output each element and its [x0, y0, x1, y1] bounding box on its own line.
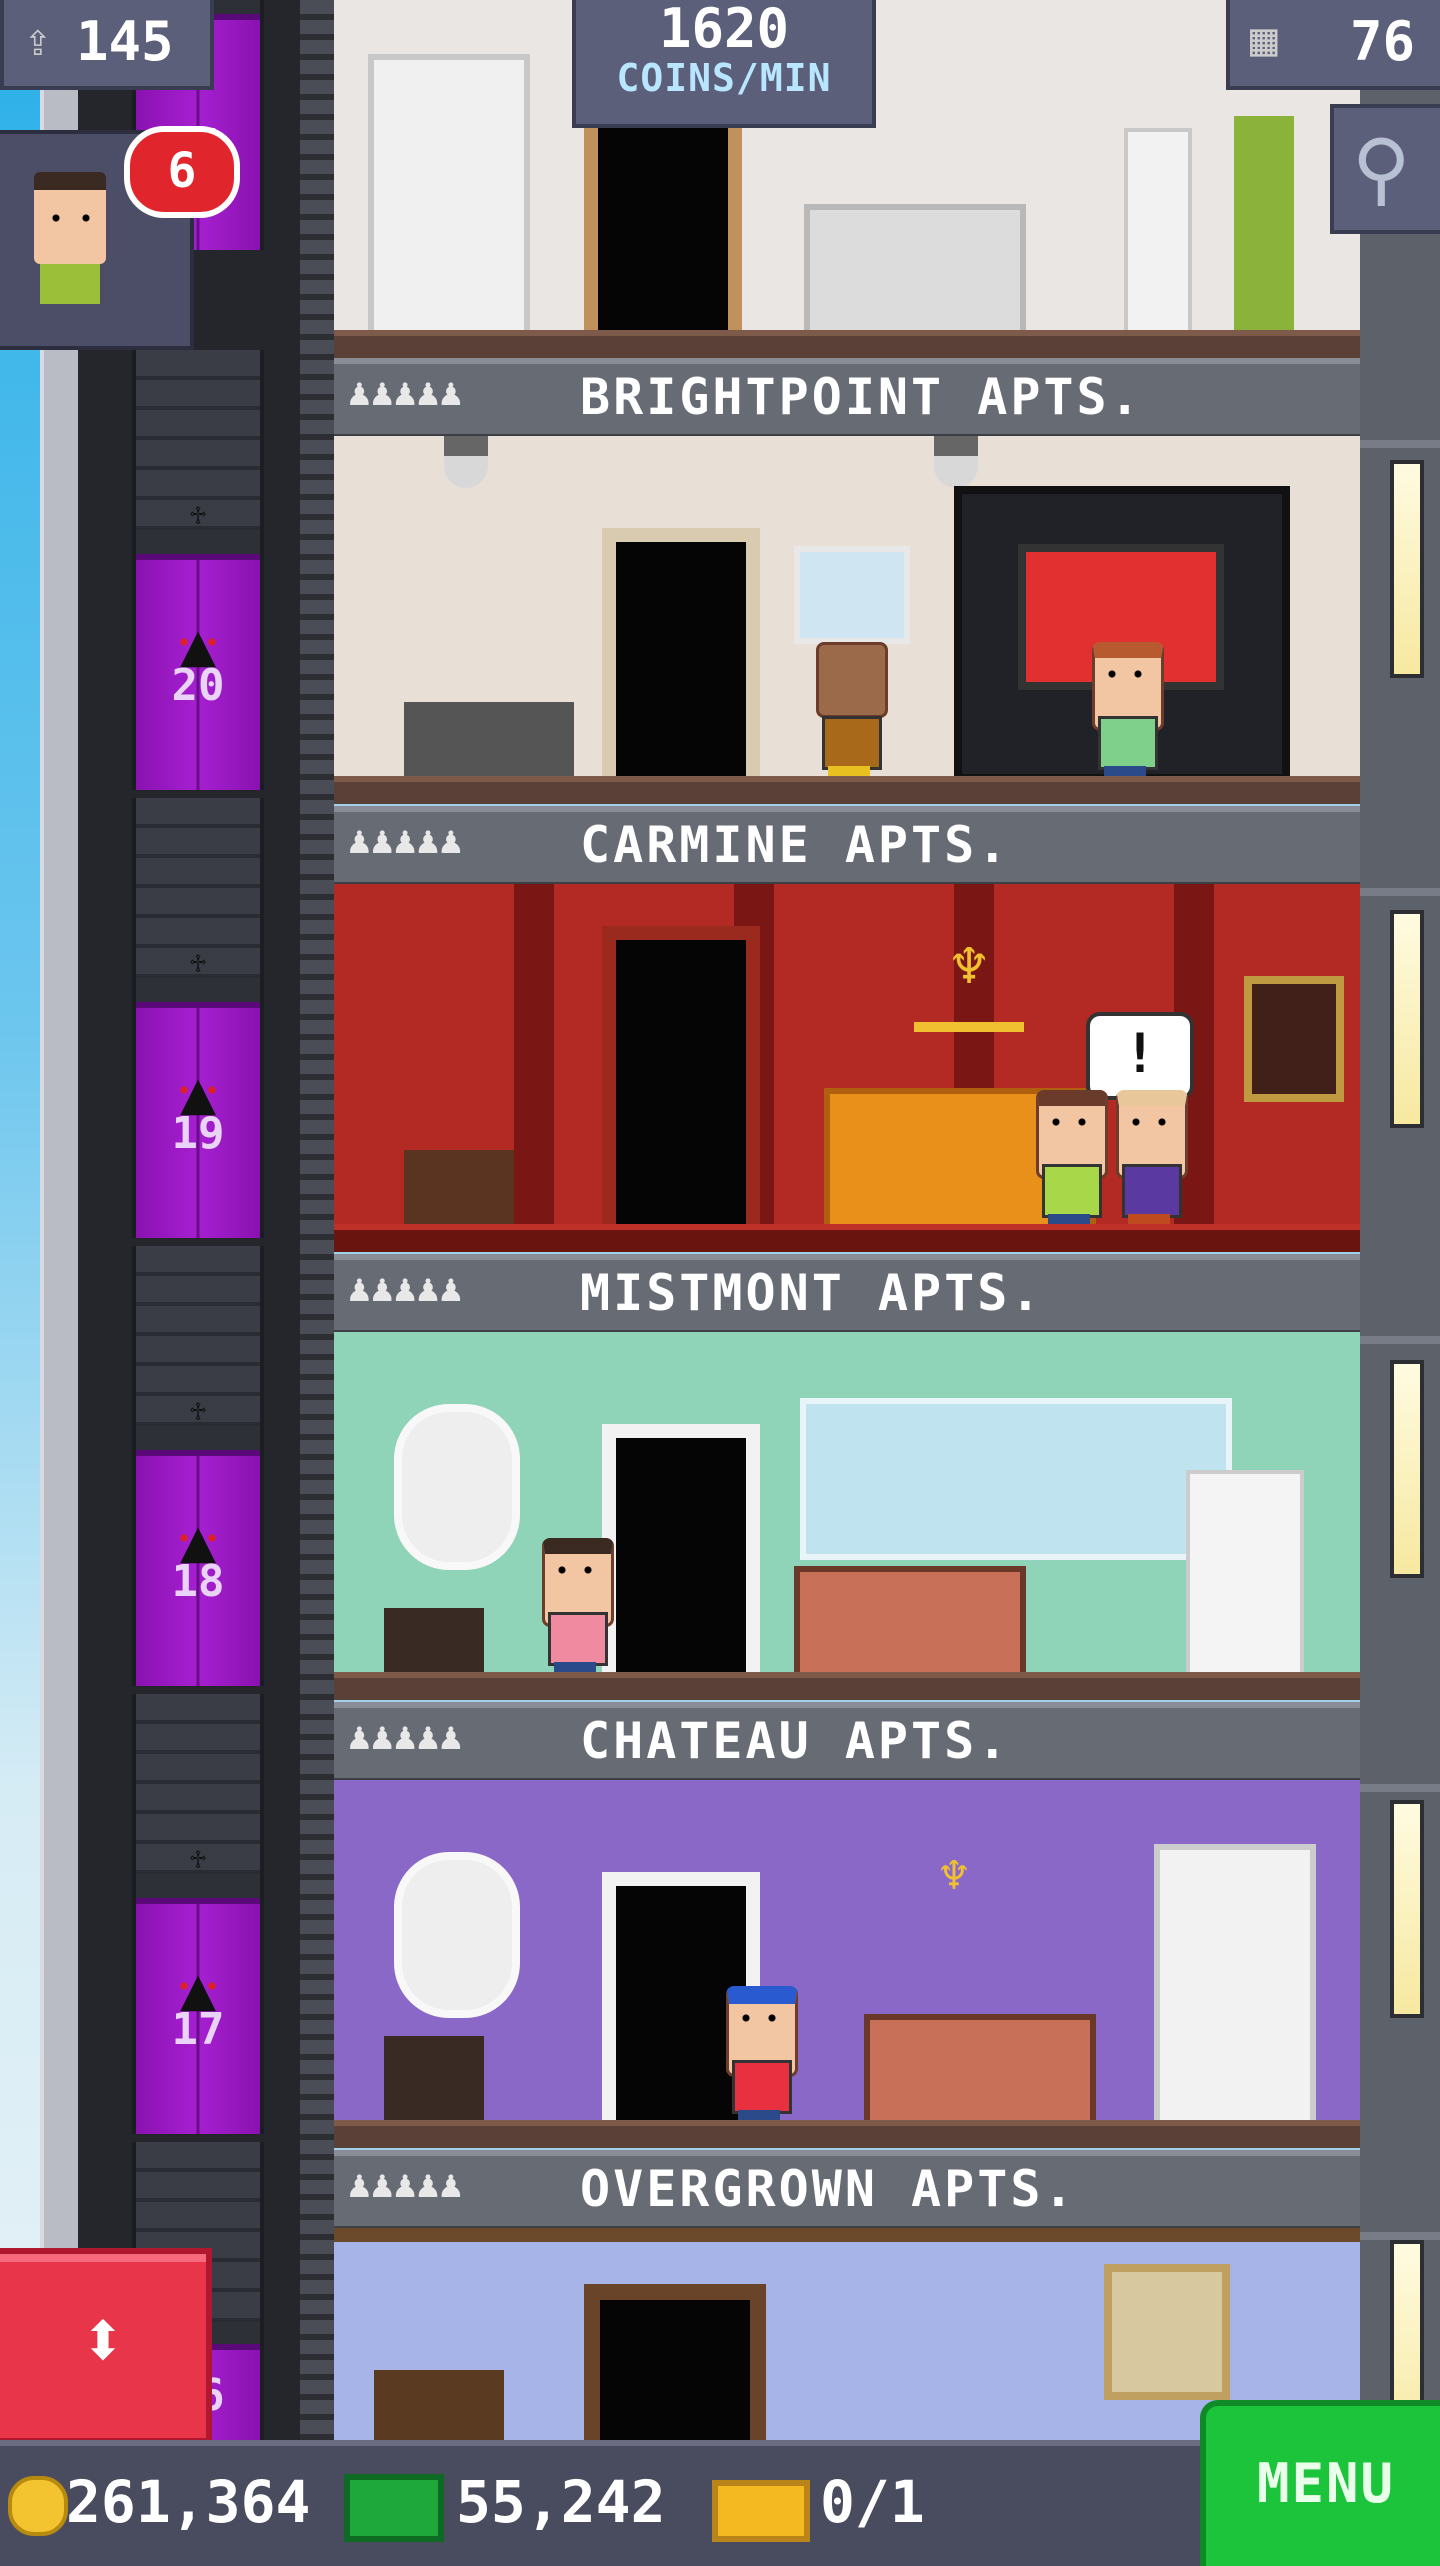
elevator-car-floor-20[interactable]: ♱ ▲ 20 — [132, 350, 264, 790]
room-door — [602, 528, 760, 782]
bitizen-avatar — [30, 172, 110, 308]
chandelier-icon: ♆ — [939, 1848, 969, 1904]
oval-mirror — [394, 1852, 520, 2018]
window-blind — [1124, 128, 1192, 336]
elevator-door: ▲ 20 — [136, 554, 260, 790]
bitizen[interactable] — [1114, 1090, 1188, 1230]
menu-button[interactable]: MENU — [1200, 2400, 1440, 2566]
coins-amount: 261,364 — [66, 2468, 311, 2536]
resident-slots-icon: ♟♟♟♟♟ — [348, 1714, 463, 1758]
elevator-car-floor-18[interactable]: ♱ ▲ 18 — [132, 1246, 264, 1686]
cabinet — [1154, 1844, 1316, 2126]
floor-carmine[interactable]: ♟♟♟♟♟ CARMINE APTS. ♆ ! — [334, 806, 1360, 1252]
floor-chateau[interactable]: ♟♟♟♟♟ CHATEAU APTS. ♆ — [334, 1702, 1360, 2148]
elevator-floor-number: 20 — [171, 660, 225, 711]
bux-amount: 55,242 — [456, 2468, 666, 2536]
person-up-icon: ⇪ — [24, 12, 52, 66]
elevator-toggle-button[interactable]: ⬍ — [0, 2248, 212, 2444]
building-side-wall — [1360, 0, 1440, 2458]
room-door — [602, 1424, 760, 1678]
bitizen[interactable] — [814, 642, 888, 782]
room-door — [602, 926, 760, 1230]
resident-slots-icon: ♟♟♟♟♟ — [348, 818, 463, 862]
elevator-car-floor-17[interactable]: ♱ ▲ 17 — [132, 1694, 264, 2134]
overgrown-doorway — [584, 2284, 766, 2440]
dining-table — [404, 702, 574, 782]
coins-per-minute-display[interactable]: 1620 COINS/MIN — [572, 0, 876, 128]
floor-mistmont[interactable]: ♟♟♟♟♟ MISTMONT APTS. — [334, 1254, 1360, 1700]
building-frame-left — [40, 0, 82, 2560]
elevator-door: ▲ 18 — [136, 1450, 260, 1686]
bux-banknote-icon[interactable] — [344, 2474, 444, 2542]
elevator-door: ▲ 17 — [136, 1898, 260, 2134]
floor-brightpoint[interactable]: ♟♟♟♟♟ BRIGHTPOINT APTS. — [334, 358, 1360, 804]
golden-ticket-icon[interactable] — [712, 2480, 810, 2542]
elevator-floor-number: 19 — [171, 1108, 225, 1159]
zoom-button[interactable]: ⚲ — [1330, 104, 1440, 234]
side-table — [374, 2370, 504, 2440]
coin-icon — [8, 2476, 68, 2536]
telephone-table — [384, 2036, 484, 2126]
floor-overgrown[interactable]: ♟♟♟♟♟ OVERGROWN APTS. — [334, 2150, 1360, 2440]
bitizen[interactable] — [1090, 642, 1164, 782]
elevator-floor-number: 18 — [171, 1556, 225, 1607]
picture-frame — [1244, 976, 1344, 1102]
bitizen[interactable] — [1034, 1090, 1108, 1230]
floor-label: ♟♟♟♟♟ BRIGHTPOINT APTS. — [334, 358, 1360, 442]
large-window — [800, 1398, 1232, 1560]
picture-frame — [794, 546, 910, 644]
magnifier-icon: ⚲ — [1352, 122, 1411, 215]
sofa — [804, 204, 1026, 336]
notification-badge: 6 — [124, 126, 240, 218]
elevator-floor-number: 17 — [171, 2004, 225, 2055]
resident-slots-icon: ♟♟♟♟♟ — [348, 1266, 463, 1310]
cross-icon: ♱ — [189, 946, 207, 979]
floor-label: ♟♟♟♟♟ MISTMONT APTS. — [334, 1254, 1360, 1338]
sofa — [864, 2014, 1096, 2126]
floor-label: ♟♟♟♟♟ CHATEAU APTS. — [334, 1702, 1360, 1786]
cross-icon: ♱ — [189, 1394, 207, 1427]
sofa — [794, 1566, 1026, 1678]
room-door — [584, 102, 742, 336]
cross-icon: ♱ — [189, 498, 207, 531]
population-counter[interactable]: ⇪ 145 — [0, 0, 214, 90]
bitizen[interactable] — [540, 1538, 614, 1678]
ceiling-lamp — [444, 436, 488, 488]
floor-label: ♟♟♟♟♟ OVERGROWN APTS. — [334, 2150, 1360, 2234]
elevator-door: ▲ 19 — [136, 1002, 260, 1238]
oval-mirror — [394, 1404, 520, 1570]
refrigerator — [1186, 1470, 1304, 1678]
up-down-arrows-icon: ⬍ — [78, 2293, 128, 2386]
picture-frame — [1104, 2264, 1230, 2400]
chandelier-icon: ♆ — [914, 932, 1024, 1032]
building-icon: ▦ — [1250, 12, 1278, 66]
resident-slots-icon: ♟♟♟♟♟ — [348, 370, 463, 414]
floor-label: ♟♟♟♟♟ CARMINE APTS. — [334, 806, 1360, 890]
cross-icon: ♱ — [189, 1842, 207, 1875]
resident-slots-icon: ♟♟♟♟♟ — [348, 2162, 463, 2206]
ceiling-lamp — [934, 436, 978, 488]
tickets-amount: 0/1 — [820, 2468, 925, 2536]
floor-count-display[interactable]: ▦ 76 — [1226, 0, 1440, 90]
elevator-rail — [300, 0, 334, 2440]
side-table — [384, 1608, 484, 1678]
bitizen[interactable] — [724, 1986, 798, 2126]
potted-plant — [1234, 116, 1294, 336]
bookshelf — [368, 54, 530, 336]
nightstand — [404, 1150, 514, 1230]
speech-bubble[interactable]: ! — [1086, 1012, 1194, 1100]
elevator-car-floor-19[interactable]: ♱ ▲ 19 — [132, 798, 264, 1238]
